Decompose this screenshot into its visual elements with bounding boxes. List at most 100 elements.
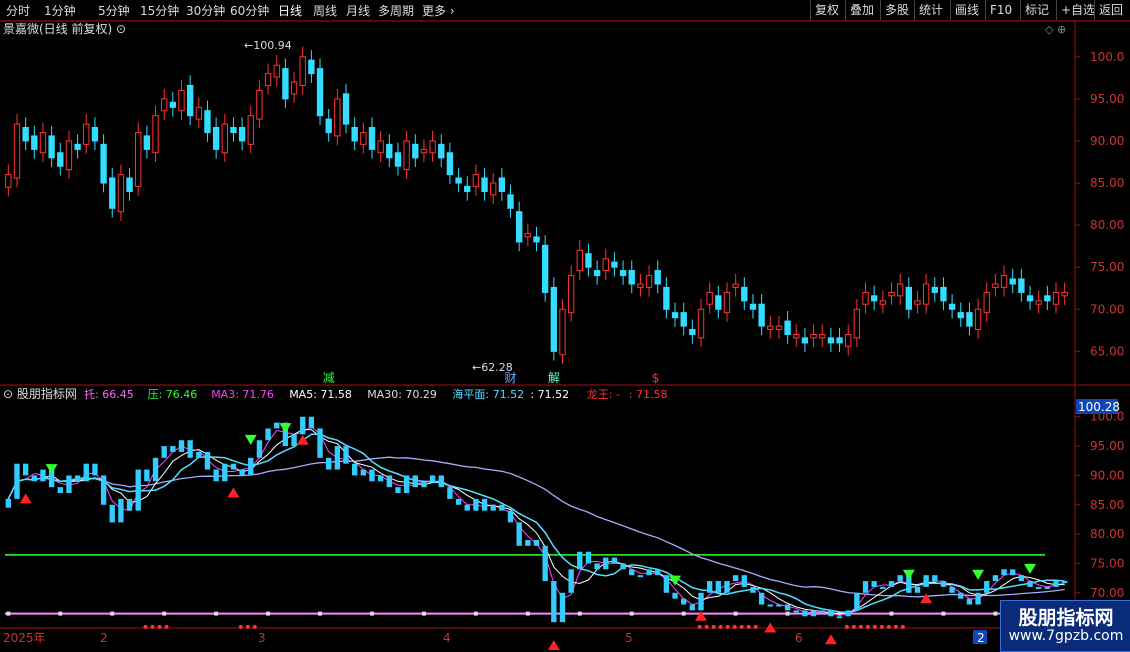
event-mark: 解 <box>548 371 560 385</box>
period-1[interactable]: 1分钟 <box>44 2 76 19</box>
candle-body <box>490 182 497 196</box>
period-10[interactable]: 更多 › <box>422 2 455 19</box>
toolbar-button-1[interactable]: 叠加 <box>845 0 878 20</box>
indicator-bar <box>170 446 176 452</box>
indicator-bar <box>1010 569 1016 576</box>
site-logo: 股朋指标网 www.7gpzb.com <box>1000 600 1130 652</box>
toolbar-button-6[interactable]: 标记 <box>1020 0 1053 20</box>
support-marker <box>369 611 374 616</box>
support-marker <box>58 611 63 616</box>
indicator-bar <box>525 539 531 546</box>
indicator-bar <box>784 604 791 611</box>
signal-dot <box>704 624 709 629</box>
indicator-bar <box>949 586 955 593</box>
candle-body <box>256 89 263 120</box>
main-title: 景嘉微(日线 前复权) ⊙ <box>3 21 126 36</box>
event-mark: 财 <box>505 371 517 385</box>
toolbar-button-2[interactable]: 多股 <box>880 0 913 20</box>
sell-signal-triangle <box>45 464 58 475</box>
candle-body <box>515 211 523 243</box>
candle-body <box>1009 278 1016 285</box>
candle-body <box>135 132 142 187</box>
period-5[interactable]: 60分钟 <box>230 2 269 19</box>
candle-body <box>836 337 843 344</box>
toolbar-button-7[interactable]: +自选 <box>1056 0 1099 20</box>
candle-body <box>169 101 177 108</box>
candle-body <box>541 244 549 293</box>
support-marker <box>162 611 167 616</box>
time-axis-label: 6 <box>795 631 803 645</box>
indicator-bar <box>118 498 124 523</box>
period-8[interactable]: 月线 <box>346 2 370 19</box>
indicator-bar <box>178 440 185 452</box>
price-axis-label: 65.00 <box>1090 344 1124 358</box>
chart-area[interactable]: 100.0 95.00 90.00 85.00 80.00 75.00 70.00 65.00… <box>0 20 1130 650</box>
period-0[interactable]: 分时 <box>6 2 30 19</box>
toolbar-button-8[interactable]: 返回 <box>1094 0 1127 20</box>
signal-dot <box>893 624 898 629</box>
signal-dot <box>718 624 723 629</box>
candle-body <box>5 174 12 188</box>
indicator-bar <box>274 422 280 429</box>
price-axis-label: 70.00 <box>1090 302 1124 316</box>
candle-body <box>948 303 956 310</box>
price-axis-label: 100.0 <box>1090 50 1124 64</box>
candle-body <box>360 132 367 145</box>
event-mark: 减 <box>323 371 335 385</box>
indicator-bar <box>655 569 661 576</box>
candle-body <box>377 140 384 154</box>
toolbar-button-3[interactable]: 统计 <box>914 0 947 20</box>
indicator-bar <box>845 610 851 617</box>
candle-body <box>446 152 454 176</box>
support-marker <box>785 611 790 616</box>
buy-signal-triangle <box>19 493 32 504</box>
candle-body <box>420 148 428 154</box>
support-marker <box>941 611 946 616</box>
support-marker <box>318 611 323 616</box>
indicator-bar <box>1018 575 1025 582</box>
candle-body <box>741 286 748 302</box>
support-marker <box>473 611 478 616</box>
candle-body <box>845 334 852 347</box>
indicator-bar <box>135 469 141 511</box>
indicator-bar <box>577 551 583 570</box>
candle-body <box>403 140 410 171</box>
indicator-bar <box>455 498 462 505</box>
indicator-bar <box>975 592 981 605</box>
indicator-bar <box>14 463 20 499</box>
period-3[interactable]: 15分钟 <box>140 2 179 19</box>
indicator-bar <box>464 504 470 511</box>
period-9[interactable]: 多周期 <box>378 2 414 19</box>
buy-signal-triangle <box>547 640 560 650</box>
candle-body <box>308 59 315 75</box>
candle-body <box>481 177 488 192</box>
candle-body <box>455 177 462 184</box>
toolbar-button-4[interactable]: 画线 <box>950 0 983 20</box>
ind-axis-label: 85.00 <box>1090 498 1124 512</box>
candle-body <box>585 253 592 268</box>
ind-axis-label: 80.00 <box>1090 527 1124 541</box>
candle-body <box>602 258 609 272</box>
indicator-bar <box>403 475 410 494</box>
period-6[interactable]: 日线 <box>278 2 302 19</box>
indicator-bar <box>31 475 37 482</box>
candle-body <box>689 328 696 336</box>
candle-body <box>464 185 471 192</box>
signal-dot <box>725 624 730 629</box>
indicator-bar <box>871 581 877 587</box>
period-4[interactable]: 30分钟 <box>186 2 225 19</box>
buy-signal-triangle <box>227 487 240 498</box>
indicator-bar <box>810 610 817 617</box>
indicator-bar <box>663 575 670 593</box>
candle-body <box>13 123 21 179</box>
buy-signal-triangle <box>824 634 837 645</box>
toolbar-button-5[interactable]: F10 <box>985 0 1016 20</box>
indicator-bar <box>568 569 574 593</box>
period-7[interactable]: 周线 <box>313 2 337 19</box>
candle-body <box>576 249 583 272</box>
toolbar-button-0[interactable]: 复权 <box>810 0 843 20</box>
chart-labels: 景嘉微(日线 前复权) ⊙←100.94←62.28◇ ⊕减财解 $⊙ 股朋指标网… <box>3 21 1066 645</box>
period-2[interactable]: 5分钟 <box>98 2 130 19</box>
indicator-bar <box>5 498 12 508</box>
candle-body <box>91 127 99 142</box>
